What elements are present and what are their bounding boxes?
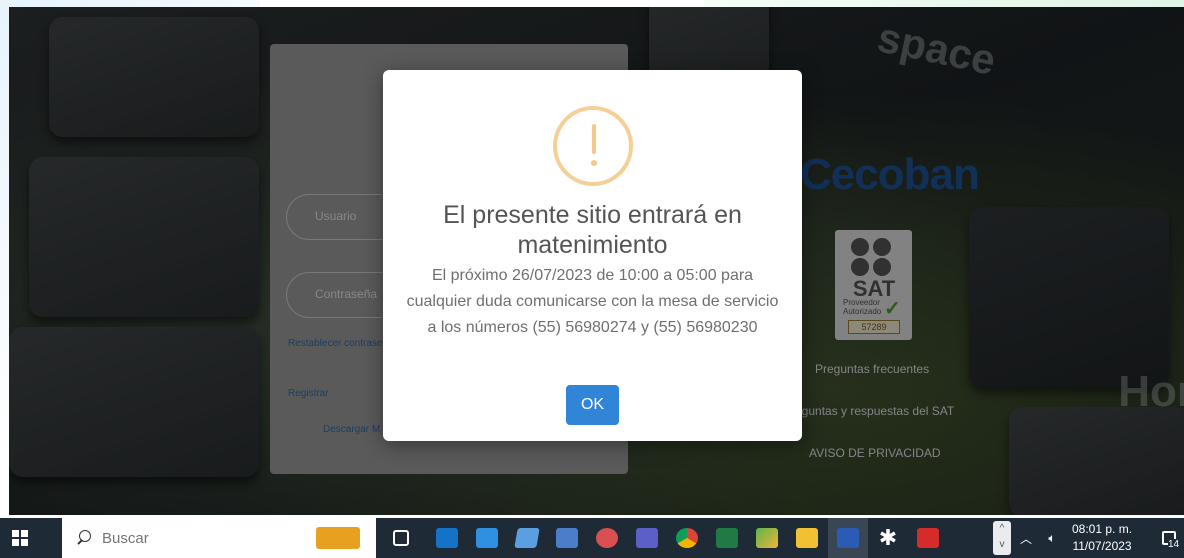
search-highlight-icon [316,527,360,549]
taskbar-app-snip[interactable] [588,518,626,558]
dialog-title: El presente sitio entrará en matenimient… [443,201,742,259]
taskbar-app-teams[interactable] [628,518,666,558]
tray-expand-button[interactable]: ^ v [992,518,1012,558]
taskbar-search[interactable] [62,518,376,558]
snip-icon [596,528,618,548]
calculator-icon [556,528,578,548]
mail-icon [476,528,498,548]
task-view-icon [393,530,409,546]
maintenance-dialog: El presente sitio entrará en matenimient… [383,70,802,441]
taskbar-app-settings[interactable]: ✱ [868,518,908,558]
taskbar-clock[interactable]: 08:01 p. m. 11/07/2023 [1072,521,1132,555]
taskbar-app-outlook[interactable] [428,518,466,558]
excel-icon [716,528,738,548]
taskbar: ✱ ^v ︿ 🔈︎ 08:01 p. m. 11/07/2023 14 [0,518,1184,558]
project-icon [756,528,778,548]
taskbar-app-chrome[interactable] [668,518,706,558]
word-icon [837,528,859,548]
task-view-button[interactable] [384,518,418,558]
taskbar-app-file-explorer[interactable] [788,518,826,558]
notifications-button[interactable] [1156,518,1182,558]
chevron-up-icon[interactable]: ︿ [1016,518,1036,558]
taskbar-app-acrobat[interactable] [908,518,948,558]
onenote-icon [514,528,540,548]
chrome-icon [676,528,698,548]
dialog-message: El próximo 26/07/2023 de 10:00 a 05:00 p… [406,267,779,336]
ok-button[interactable]: OK [566,385,619,425]
taskbar-app-onenote[interactable] [508,518,546,558]
volume-icon[interactable]: 🔈︎ [1040,518,1064,558]
windows-icon [12,530,28,546]
search-input[interactable] [102,529,322,547]
clock-date: 11/07/2023 [1072,539,1132,553]
settings-icon: ✱ [878,525,898,550]
acrobat-icon [917,528,939,548]
outlook-icon [436,528,458,548]
taskbar-app-calculator[interactable] [548,518,586,558]
taskbar-app-excel[interactable] [708,518,746,558]
clock-time: 08:01 p. m. [1072,522,1133,536]
start-button[interactable] [0,518,40,558]
file-explorer-icon [796,528,818,548]
taskbar-app-project[interactable] [748,518,786,558]
scroll-arrows-icon: ^ v [993,521,1011,555]
notification-count: 14 [1168,539,1180,550]
taskbar-app-mail[interactable] [468,518,506,558]
teams-icon [636,528,658,548]
warning-icon [553,106,633,186]
taskbar-app-word[interactable] [828,518,868,558]
search-icon [76,530,92,546]
